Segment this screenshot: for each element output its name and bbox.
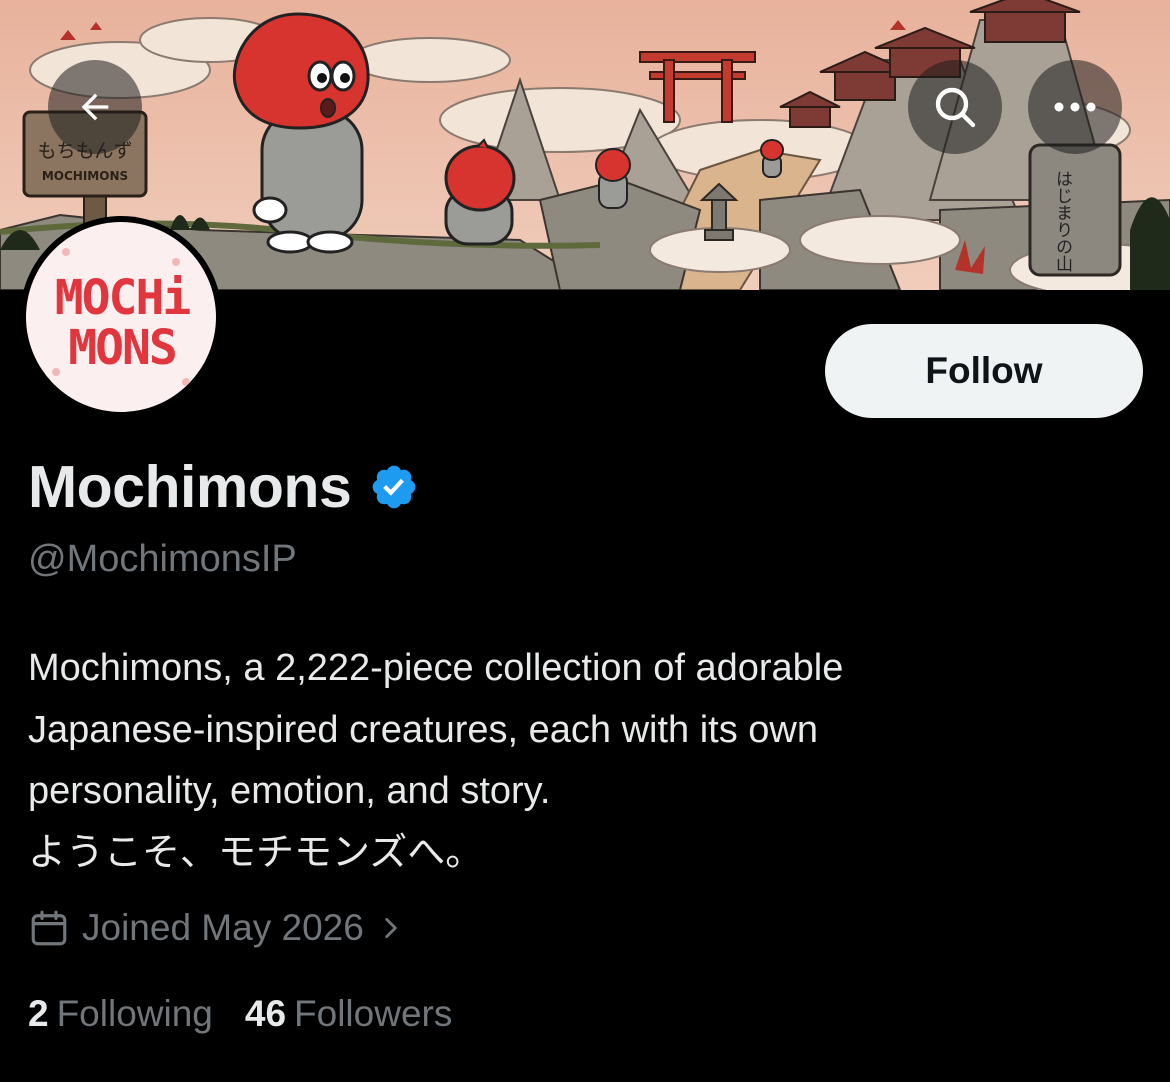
joined-date: Joined May 2026 [82, 907, 364, 948]
bio-line: ようこそ、モチモンズへ。 [28, 831, 484, 874]
follow-button[interactable]: Follow [825, 324, 1143, 418]
more-horizontal-icon [1054, 102, 1096, 112]
joined-date-row[interactable]: Joined May 2026 [28, 902, 404, 954]
display-name: Mochimons [28, 454, 352, 520]
avatar-logo-line2: MONS [68, 320, 176, 376]
search-button[interactable] [908, 60, 1002, 154]
bio-line: personality, emotion, and story. [28, 770, 551, 812]
chevron-right-icon [385, 917, 397, 939]
following-label: Following [56, 993, 213, 1034]
back-button[interactable] [48, 60, 142, 154]
verified-badge-icon[interactable] [369, 462, 419, 512]
profile-handle: @MochimonsIP [28, 538, 297, 580]
bio-line: Japanese-inspired creatures, each with i… [28, 708, 818, 751]
avatar-logo-line1: MOCHi [55, 270, 191, 326]
followers-label: Followers [294, 993, 453, 1034]
follow-stats: 2 Following 46 Followers [28, 988, 484, 1040]
following-count: 2 [28, 993, 49, 1034]
banner-small-mochi [444, 138, 516, 246]
followers-count: 46 [244, 993, 287, 1034]
profile-avatar[interactable]: MOCHi MONS [20, 216, 222, 418]
following-link[interactable]: 2 Following [28, 993, 213, 1035]
calendar-icon [31, 910, 67, 946]
bio-line: Mochimons, a 2,222-piece collection of a… [28, 647, 844, 689]
avatar-image: MOCHi MONS [26, 222, 216, 412]
more-options-button[interactable] [1028, 60, 1122, 154]
followers-link[interactable]: 46 Followers [245, 993, 452, 1035]
banner-sign-en: MOCHIMONS [42, 169, 128, 183]
search-icon [935, 87, 976, 128]
banner-stone-text: はじまりの山 [1052, 170, 1072, 272]
banner-stone-marker: はじまりの山 [1028, 143, 1122, 277]
profile-name-row: Mochimons [28, 452, 419, 522]
mochimons-logo: MOCHi MONS [52, 248, 192, 386]
profile-bio: Mochimons, a 2,222-piece collection of a… [28, 638, 1138, 884]
arrow-left-icon [81, 93, 109, 121]
